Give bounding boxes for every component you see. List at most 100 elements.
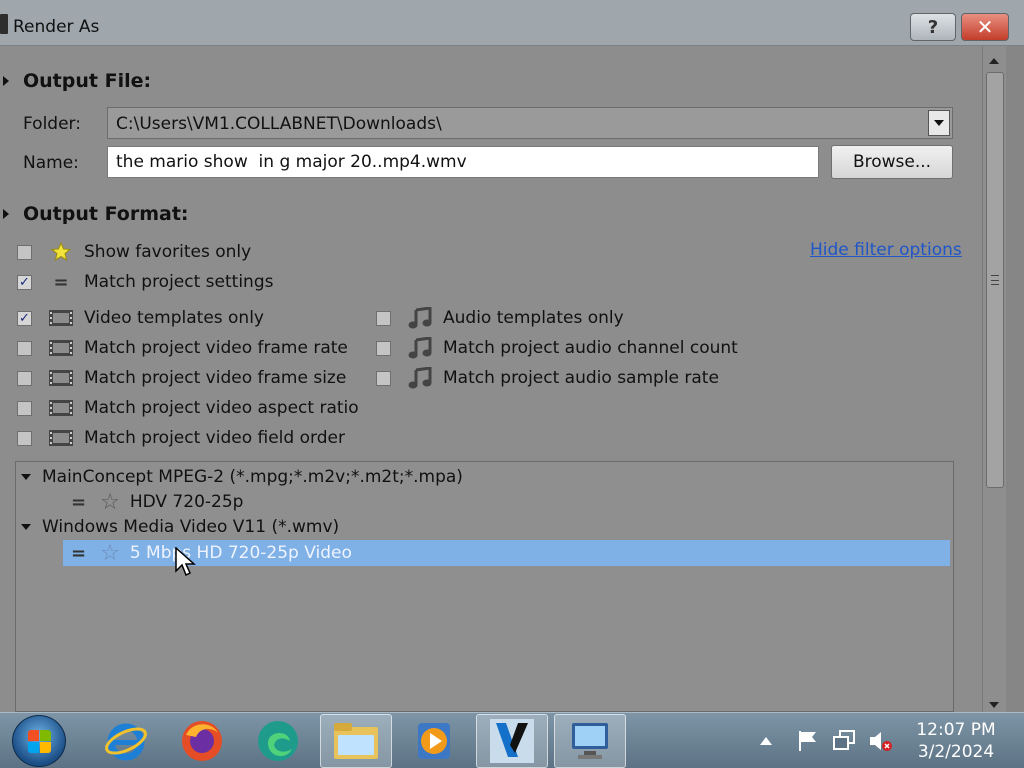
tree-item-label: HDV 720-25p: [129, 492, 244, 512]
audio-templates-only-option[interactable]: Audio templates only: [376, 307, 624, 329]
match-project-settings-checkbox[interactable]: ✓: [17, 274, 32, 290]
match-project-settings-option[interactable]: ✓ = Match project settings: [17, 271, 273, 293]
file-explorer-icon[interactable]: [320, 714, 392, 768]
star-icon: [48, 242, 74, 262]
vegas-pro-icon[interactable]: [476, 714, 548, 768]
clock-date: 3/2/2024: [917, 742, 995, 762]
show-favorites-checkbox[interactable]: [17, 244, 32, 260]
expand-arrow-icon[interactable]: [3, 76, 9, 86]
music-note-icon: [407, 307, 433, 329]
video-templates-only-option[interactable]: ✓ Video templates only: [17, 307, 264, 329]
name-input[interactable]: [107, 146, 819, 178]
film-icon: [48, 338, 74, 358]
taskbar: 12:07 PM 3/2/2024: [0, 712, 1024, 768]
film-icon: [48, 428, 74, 448]
match-video-field-order-checkbox[interactable]: [17, 430, 32, 446]
remote-desktop-icon[interactable]: [554, 714, 626, 768]
video-templates-only-label: Video templates only: [84, 308, 264, 328]
network-icon[interactable]: [830, 713, 860, 768]
show-favorites-label: Show favorites only: [84, 242, 252, 262]
tree-group-label: MainConcept MPEG-2 (*.mpg;*.m2v;*.m2t;*.…: [42, 467, 463, 487]
folder-combobox[interactable]: C:\Users\VM1.COLLABNET\Downloads\: [107, 107, 953, 139]
tree-item-label: 5 Mbps HD 720-25p Video: [129, 543, 352, 563]
equals-icon: =: [71, 491, 87, 513]
show-favorites-option[interactable]: Show favorites only: [17, 241, 251, 263]
audio-templates-only-label: Audio templates only: [443, 308, 624, 328]
clock-time: 12:07 PM: [916, 720, 996, 740]
title-bar[interactable]: Render As ? ✕: [0, 0, 1024, 46]
window-edge: [1006, 46, 1024, 712]
match-video-aspect-ratio-checkbox[interactable]: [17, 400, 32, 416]
app-icon: [0, 14, 8, 34]
media-player-icon[interactable]: [398, 714, 470, 768]
collapse-arrow-icon[interactable]: [21, 524, 31, 530]
music-note-icon: [407, 367, 433, 389]
equals-icon: =: [53, 271, 69, 293]
tree-item-hdv-720-25p[interactable]: = ☆ HDV 720-25p: [71, 490, 244, 515]
template-tree[interactable]: MainConcept MPEG-2 (*.mpg;*.m2v;*.m2t;*.…: [15, 461, 954, 712]
expand-arrow-icon[interactable]: [3, 209, 9, 219]
music-note-icon: [407, 337, 433, 359]
help-button[interactable]: ?: [910, 13, 956, 41]
match-audio-channel-count-option[interactable]: Match project audio channel count: [376, 337, 738, 359]
video-templates-only-checkbox[interactable]: ✓: [17, 310, 32, 326]
output-format-section[interactable]: Output Format:: [0, 203, 189, 225]
match-video-frame-size-label: Match project video frame size: [84, 368, 347, 388]
film-icon: [48, 308, 74, 328]
match-video-aspect-ratio-label: Match project video aspect ratio: [84, 398, 359, 418]
tree-item-5mbps-hd-720-25p[interactable]: = ☆ 5 Mbps HD 720-25p Video: [71, 541, 352, 566]
volume-muted-icon[interactable]: [866, 713, 896, 768]
hide-filter-options-link[interactable]: Hide filter options: [810, 240, 962, 260]
edge-icon[interactable]: [242, 714, 314, 768]
tree-group-label: Windows Media Video V11 (*.wmv): [42, 517, 340, 537]
browse-button[interactable]: Browse...: [831, 145, 953, 179]
match-video-field-order-label: Match project video field order: [84, 428, 345, 448]
start-button[interactable]: [12, 715, 66, 767]
match-video-frame-size-option[interactable]: Match project video frame size: [17, 367, 346, 389]
match-video-frame-rate-checkbox[interactable]: [17, 340, 32, 356]
match-audio-sample-rate-checkbox[interactable]: [376, 370, 391, 386]
match-video-frame-size-checkbox[interactable]: [17, 370, 32, 386]
folder-dropdown-button[interactable]: [928, 110, 950, 136]
match-audio-channel-count-checkbox[interactable]: [376, 340, 391, 356]
vertical-scrollbar[interactable]: [982, 46, 1006, 712]
grip-icon: [991, 275, 999, 285]
collapse-arrow-icon[interactable]: [21, 474, 31, 480]
audio-templates-only-checkbox[interactable]: [376, 310, 391, 326]
output-format-heading: Output Format:: [23, 203, 189, 225]
scrollbar-thumb[interactable]: [986, 72, 1004, 488]
star-outline-icon[interactable]: ☆: [100, 490, 120, 515]
equals-icon: =: [71, 542, 87, 564]
close-button[interactable]: ✕: [961, 13, 1009, 41]
match-audio-channel-count-label: Match project audio channel count: [443, 338, 738, 358]
output-file-heading: Output File:: [23, 70, 152, 92]
film-icon: [48, 398, 74, 418]
name-label: Name:: [23, 153, 79, 173]
render-as-window: Render As ? ✕ Output File: Folder: C:\Us…: [0, 0, 1024, 712]
match-video-field-order-option[interactable]: Match project video field order: [17, 427, 345, 449]
folder-label: Folder:: [23, 114, 81, 134]
match-audio-sample-rate-option[interactable]: Match project audio sample rate: [376, 367, 719, 389]
dialog-content: Output File: Folder: C:\Users\VM1.COLLAB…: [0, 46, 982, 712]
star-outline-icon[interactable]: ☆: [100, 541, 120, 566]
tree-group-mpeg2[interactable]: MainConcept MPEG-2 (*.mpg;*.m2v;*.m2t;*.…: [21, 466, 463, 488]
match-video-frame-rate-label: Match project video frame rate: [84, 338, 348, 358]
window-title: Render As: [13, 17, 100, 37]
windows-logo-icon: [28, 730, 52, 754]
match-audio-sample-rate-label: Match project audio sample rate: [443, 368, 719, 388]
chevron-down-icon: [934, 120, 944, 126]
scroll-up-arrow-icon[interactable]: [989, 58, 999, 64]
tree-group-wmv[interactable]: Windows Media Video V11 (*.wmv): [21, 516, 339, 538]
match-project-settings-label: Match project settings: [84, 272, 274, 292]
show-hidden-icons-arrow-icon[interactable]: [756, 713, 776, 768]
output-file-section[interactable]: Output File:: [0, 70, 151, 92]
system-clock[interactable]: 12:07 PM 3/2/2024: [908, 719, 1004, 763]
match-video-frame-rate-option[interactable]: Match project video frame rate: [17, 337, 348, 359]
firefox-icon[interactable]: [166, 714, 238, 768]
action-center-flag-icon[interactable]: [794, 713, 822, 768]
scroll-down-arrow-icon[interactable]: [989, 702, 999, 708]
internet-explorer-icon[interactable]: [90, 714, 162, 768]
folder-value: C:\Users\VM1.COLLABNET\Downloads\: [116, 114, 442, 134]
match-video-aspect-ratio-option[interactable]: Match project video aspect ratio: [17, 397, 359, 419]
film-icon: [48, 368, 74, 388]
